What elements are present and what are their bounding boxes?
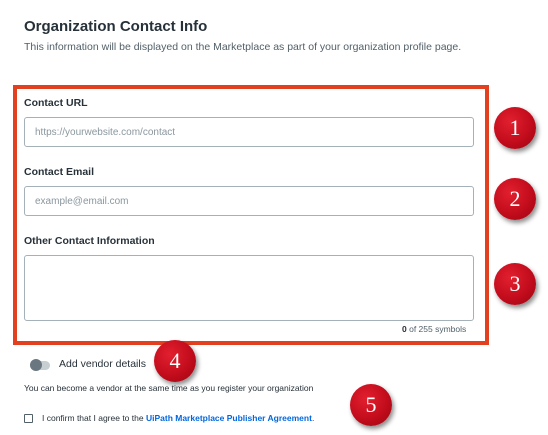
callout-marker-4: 4 [154,340,196,382]
agreement-text: I confirm that I agree to the UiPath Mar… [42,413,314,423]
vendor-help-text: You can become a vendor at the same time… [24,383,314,393]
callout-marker-3: 3 [494,263,536,305]
callout-marker-2: 2 [494,178,536,220]
agreement-suffix: . [311,413,315,423]
contact-url-placeholder: https://yourwebsite.com/contact [35,126,176,138]
character-count: 0 [402,324,407,334]
other-contact-textarea[interactable] [24,255,474,321]
contact-email-placeholder: example@email.com [35,195,129,207]
toggle-knob [30,359,42,371]
character-counter: 0 of 255 symbols [402,324,466,334]
contact-url-label: Contact URL [24,97,88,109]
vendor-details-label[interactable]: Add vendor details [59,358,146,370]
contact-url-input[interactable]: https://yourwebsite.com/contact [24,117,474,147]
vendor-details-toggle[interactable] [30,359,50,371]
contact-email-input[interactable]: example@email.com [24,186,474,216]
agreement-checkbox[interactable] [24,414,33,423]
callout-marker-1: 1 [494,107,536,149]
agreement-prefix: I confirm that I agree to the [42,413,144,423]
contact-email-label: Contact Email [24,166,95,178]
publisher-agreement-link[interactable]: UiPath Marketplace Publisher Agreement [146,413,312,423]
section-subtitle: This information will be displayed on th… [24,41,462,53]
callout-marker-5: 5 [350,384,392,426]
section-title: Organization Contact Info [24,18,208,35]
other-contact-label: Other Contact Information [24,235,155,247]
character-counter-suffix: of 255 symbols [409,324,467,334]
